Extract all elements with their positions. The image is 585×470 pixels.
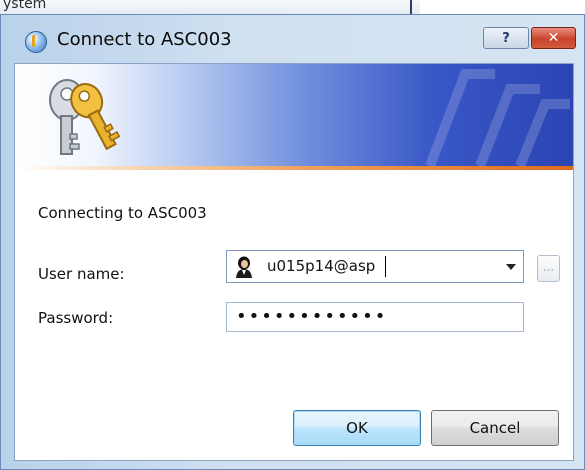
keys-icon (49, 79, 121, 155)
password-label: Password: (38, 309, 114, 327)
user-name-label: User name: (38, 265, 125, 283)
connect-dialog: Connect to ASC003 ? ✕ Connecting to ASC0… (0, 14, 585, 470)
background-window-edge (410, 0, 412, 14)
background-window-strip: ystem (0, 0, 420, 15)
browse-users-button[interactable]: ... (537, 255, 560, 282)
password-field[interactable]: •••••••••••• (226, 302, 524, 332)
banner-accent-stripe (15, 166, 573, 170)
cancel-button[interactable]: Cancel (431, 410, 559, 446)
user-avatar-icon (236, 256, 252, 278)
chevron-down-icon[interactable] (506, 264, 516, 270)
password-mask: •••••••••••• (236, 306, 388, 327)
ok-button[interactable]: OK (293, 410, 421, 446)
text-caret (385, 256, 386, 277)
dialog-title: Connect to ASC003 (57, 29, 232, 50)
connection-globe-icon (25, 31, 47, 53)
help-button[interactable]: ? (483, 27, 529, 49)
banner-watermark-graphic (425, 69, 570, 166)
user-name-value: u015p14@asp (267, 257, 376, 275)
banner (15, 64, 573, 166)
dialog-titlebar[interactable]: Connect to ASC003 ? ✕ (1, 15, 584, 63)
close-button[interactable]: ✕ (531, 27, 576, 49)
user-name-combobox[interactable]: u015p14@asp (226, 250, 524, 283)
connecting-message: Connecting to ASC003 (38, 204, 207, 222)
dialog-client-area: Connecting to ASC003 User name: u015p14@… (14, 63, 574, 461)
background-window-text: ystem (3, 0, 47, 12)
